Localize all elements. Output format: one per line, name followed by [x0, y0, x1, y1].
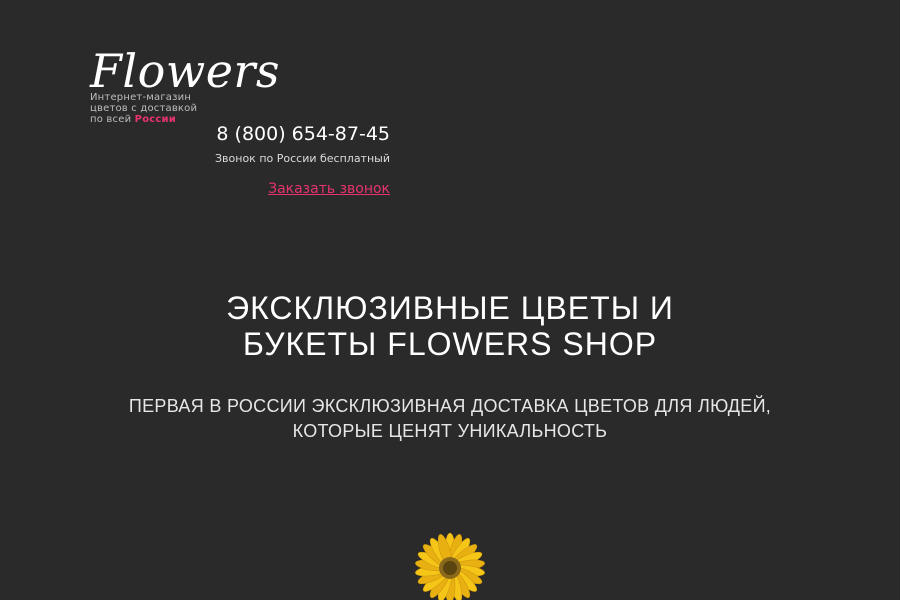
flower-core [443, 561, 457, 575]
tagline: Интернет-магазин цветов с доставкой по в… [90, 92, 220, 125]
tagline-line-1: Интернет-магазин [90, 92, 192, 103]
callback-link[interactable]: Заказать звонок [268, 180, 390, 198]
tagline-line-3: по всей России [90, 114, 220, 125]
hero-subtitle-line-1: ПЕРВАЯ В РОССИИ ЭКСКЛЮЗИВНАЯ ДОСТАВКА ЦВ… [128, 396, 772, 416]
tagline-line-2: цветов с доставкой [90, 103, 198, 114]
hero-title-line-2: БУКЕТЫ FLOWERS SHOP [242, 326, 658, 362]
flower-image [415, 532, 485, 600]
tagline-prefix: по всей [90, 114, 132, 125]
hero-title-line-1: ЭКСКЛЮЗИВНЫЕ ЦВЕТЫ И [226, 290, 674, 326]
logo[interactable]: Flowers [90, 46, 280, 96]
phone-number[interactable]: 8 (800) 654-87-45 [215, 122, 390, 146]
hero-title: ЭКСКЛЮЗИВНЫЕ ЦВЕТЫ И БУКЕТЫ FLOWERS SHOP [0, 290, 900, 362]
contact-block: 8 (800) 654-87-45 Звонок по России беспл… [215, 122, 390, 198]
tagline-highlight: России [134, 114, 176, 125]
logo-text[interactable]: Flowers [90, 46, 280, 96]
hero-subtitle: ПЕРВАЯ В РОССИИ ЭКСКЛЮЗИВНАЯ ДОСТАВКА ЦВ… [0, 394, 900, 444]
hero-subtitle-line-2: КОТОРЫЕ ЦЕНЯТ УНИКАЛЬНОСТЬ [292, 421, 608, 441]
page: Flowers Интернет-магазин цветов с достав… [0, 0, 900, 600]
phone-note: Звонок по России бесплатный [215, 152, 390, 165]
